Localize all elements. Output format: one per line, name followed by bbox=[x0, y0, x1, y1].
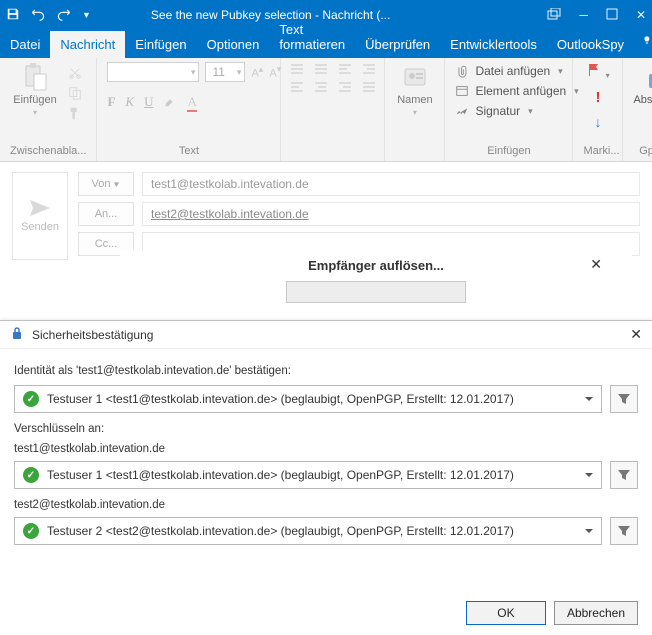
attach-file-button[interactable]: Datei anfügen▾ bbox=[455, 62, 562, 80]
identity-confirm-label: Identität als 'test1@testkolab.intevatio… bbox=[14, 365, 638, 377]
importance-low-icon[interactable]: ↓ bbox=[594, 114, 601, 130]
ribbon-tabs: Datei Nachricht Einfügen Optionen Text f… bbox=[0, 30, 652, 58]
signature-button[interactable]: Signatur▾ bbox=[455, 102, 532, 120]
tab-outlookspy[interactable]: OutlookSpy bbox=[547, 31, 634, 58]
indent-icon[interactable] bbox=[363, 64, 377, 76]
increase-font-icon[interactable]: A▴ bbox=[251, 64, 263, 80]
window-restore-icon[interactable] bbox=[547, 8, 561, 23]
recipient-select-1[interactable]: Testuser 2 <test2@testkolab.intevation.d… bbox=[14, 517, 602, 545]
group-label-text: Text bbox=[107, 143, 270, 159]
recipient-filter-button-1[interactable] bbox=[610, 517, 638, 545]
resolve-text: Empfänger auflösen... bbox=[308, 258, 444, 273]
window-maximize-icon[interactable] bbox=[606, 8, 618, 23]
tellme-search[interactable]: Sie wünsc bbox=[634, 22, 652, 58]
attach-element-button[interactable]: Element anfügen▾ bbox=[455, 82, 578, 100]
send-button[interactable]: Senden bbox=[12, 172, 68, 260]
paste-label: Einfügen bbox=[13, 94, 56, 106]
identity-filter-button[interactable] bbox=[610, 385, 638, 413]
bullets-icon[interactable] bbox=[291, 64, 305, 76]
recipient-select-0[interactable]: Testuser 1 <test1@testkolab.intevation.d… bbox=[14, 461, 602, 489]
tab-insert[interactable]: Einfügen bbox=[125, 31, 196, 58]
resolve-close-icon[interactable]: ✕ bbox=[590, 256, 602, 273]
italic-icon[interactable]: K bbox=[125, 94, 134, 112]
verified-check-icon bbox=[23, 523, 39, 539]
tab-review[interactable]: Überprüfen bbox=[355, 31, 440, 58]
save-icon[interactable] bbox=[6, 7, 20, 24]
recipient-option-text-0: Testuser 1 <test1@testkolab.intevation.d… bbox=[47, 468, 514, 482]
font-name-combo[interactable] bbox=[107, 62, 199, 82]
outdent-icon[interactable] bbox=[339, 64, 353, 76]
from-label: Von bbox=[92, 178, 111, 190]
tab-options[interactable]: Optionen bbox=[197, 31, 270, 58]
cancel-button[interactable]: Abbrechen bbox=[554, 601, 638, 625]
tab-message[interactable]: Nachricht bbox=[50, 31, 125, 58]
decrease-font-icon[interactable]: A▾ bbox=[269, 64, 281, 80]
undo-icon[interactable] bbox=[30, 7, 46, 24]
followup-flag-icon[interactable]: ▾ bbox=[586, 62, 609, 81]
recipient-addr-0: test1@testkolab.intevation.de bbox=[14, 443, 638, 455]
resolve-recipients-popup: Empfänger auflösen... ✕ bbox=[120, 250, 632, 311]
highlight-icon[interactable] bbox=[163, 94, 177, 112]
attach-file-label: Datei anfügen bbox=[475, 64, 550, 78]
tab-devtools[interactable]: Entwicklertools bbox=[440, 31, 547, 58]
window-close-icon[interactable]: ✕ bbox=[636, 8, 646, 22]
attach-element-label: Element anfügen bbox=[475, 84, 566, 98]
redo-icon[interactable] bbox=[56, 7, 72, 24]
identity-option-text: Testuser 1 <test1@testkolab.intevation.d… bbox=[47, 392, 514, 406]
cut-icon[interactable] bbox=[68, 66, 84, 80]
verified-check-icon bbox=[23, 391, 39, 407]
compose-header: Senden Von▼ test1@testkolab.intevation.d… bbox=[0, 162, 652, 260]
group-label-tags: Marki... bbox=[583, 143, 612, 159]
copy-icon[interactable] bbox=[68, 86, 84, 100]
to-button[interactable]: An... bbox=[78, 202, 134, 226]
font-color-icon[interactable]: A bbox=[187, 94, 196, 112]
identity-select[interactable]: Testuser 1 <test1@testkolab.intevation.d… bbox=[14, 385, 602, 413]
numbering-icon[interactable] bbox=[315, 64, 329, 76]
paste-button[interactable]: Einfügen ▾ bbox=[10, 62, 60, 117]
signature-label: Signatur bbox=[475, 104, 520, 118]
align-right-icon[interactable] bbox=[339, 82, 353, 94]
resolve-progress bbox=[286, 281, 466, 303]
align-left-icon[interactable] bbox=[291, 82, 305, 94]
qat-more-icon[interactable]: ▼ bbox=[82, 10, 91, 20]
ok-button[interactable]: OK bbox=[466, 601, 546, 625]
ribbon: Einfügen ▾ Zwischenabla... 11 A▴ A▾ F K … bbox=[0, 58, 652, 162]
tab-formattext[interactable]: Text formatieren bbox=[269, 16, 355, 58]
recipient-filter-button-0[interactable] bbox=[610, 461, 638, 489]
dialog-close-icon[interactable]: ✕ bbox=[630, 326, 642, 343]
names-label: Namen bbox=[397, 94, 432, 106]
recipient-option-text-1: Testuser 2 <test2@testkolab.intevation.d… bbox=[47, 524, 514, 538]
to-value[interactable]: test2@testkolab.intevation.de bbox=[142, 202, 640, 226]
underline-icon[interactable]: U bbox=[144, 94, 153, 112]
group-label-include: Einfügen bbox=[455, 143, 562, 159]
from-value: test1@testkolab.intevation.de bbox=[142, 172, 640, 196]
group-label-clipboard: Zwischenabla... bbox=[10, 143, 86, 159]
verified-check-icon bbox=[23, 467, 39, 483]
recipient-addr-1: test2@testkolab.intevation.de bbox=[14, 499, 638, 511]
secure-label: Absichern bbox=[633, 94, 652, 106]
format-painter-icon[interactable] bbox=[68, 106, 84, 120]
tab-file[interactable]: Datei bbox=[0, 31, 50, 58]
align-center-icon[interactable] bbox=[315, 82, 329, 94]
window-minimize-icon[interactable]: ─ bbox=[579, 8, 588, 22]
bold-icon[interactable]: F bbox=[107, 94, 115, 112]
dialog-title: Sicherheitsbestätigung bbox=[32, 328, 153, 342]
encrypt-to-label: Verschlüsseln an: bbox=[14, 423, 638, 435]
lock-icon bbox=[10, 326, 24, 343]
line-spacing-icon[interactable] bbox=[363, 82, 377, 94]
names-caret: ▾ bbox=[413, 108, 417, 117]
security-confirmation-dialog: Sicherheitsbestätigung ✕ Identität als '… bbox=[0, 320, 652, 635]
font-size-combo[interactable]: 11 bbox=[205, 62, 245, 82]
importance-high-icon[interactable]: ! bbox=[595, 89, 600, 106]
names-button[interactable]: Namen ▾ bbox=[395, 62, 434, 117]
send-label: Senden bbox=[21, 221, 59, 233]
from-button[interactable]: Von▼ bbox=[78, 172, 134, 196]
secure-button[interactable]: Absichern ▾ bbox=[633, 62, 652, 117]
group-label-gpgol: GpgOL bbox=[633, 143, 652, 159]
